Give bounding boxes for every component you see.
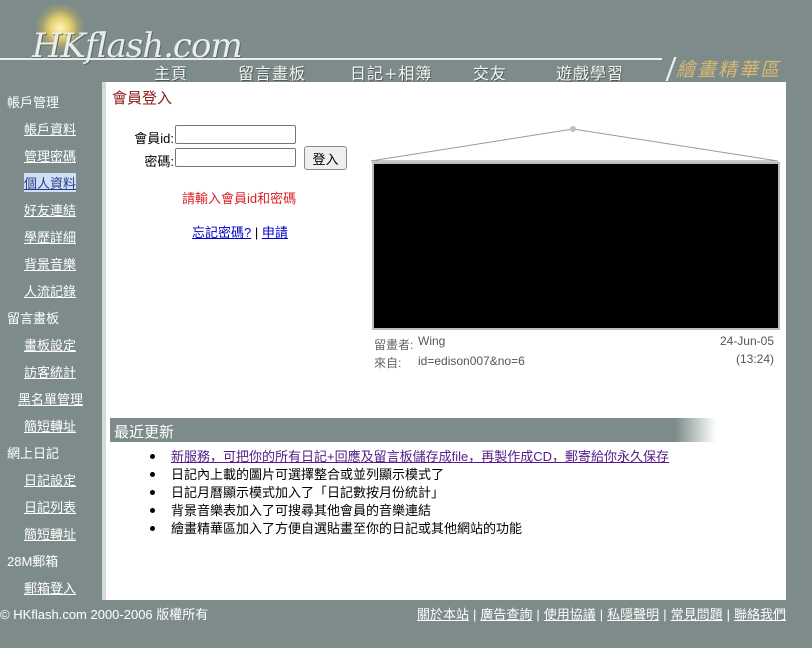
list-item: 新服務，可把你的所有日記+回應及留言板儲存成file，再製作成CD，郵寄給你永久… — [150, 448, 669, 466]
sidebar-section-board: 留言畫板 — [7, 311, 60, 326]
login-button[interactable]: 登入 — [304, 146, 347, 170]
header: HKflash.com 主頁 留言畫板 日記+相簿 交友 遊戲學習 繪畫精華區 — [0, 0, 812, 83]
member-id-input[interactable] — [175, 125, 296, 144]
link-separator: | — [254, 225, 259, 240]
sidebar-item-bg-music[interactable]: 背景音樂 — [24, 254, 76, 273]
bullet-icon — [150, 490, 155, 495]
sidebar-item-traffic-log[interactable]: 人流記錄 — [24, 281, 76, 300]
from-label: 來自: — [374, 356, 402, 370]
recent-updates-title: 最近更新 — [114, 424, 175, 441]
password-input[interactable] — [175, 148, 296, 167]
nav-home[interactable]: 主頁 — [154, 60, 188, 84]
list-item: 日記內上載的圖片可選擇整合或並列顯示模式了 — [150, 466, 669, 484]
author-label: 留畫者: — [374, 338, 414, 352]
sidebar-section-mailbox: 28M郵箱 — [7, 554, 59, 569]
recent-header-fade — [676, 418, 716, 442]
list-item: 日記月曆顯示模式加入了「日記數按月份統計」 — [150, 484, 669, 502]
recent-update-text: 繪畫精華區加入了方便自選貼畫至你的日記或其他網站的功能 — [171, 521, 523, 536]
footer-link-privacy[interactable]: 私隱聲明 — [607, 607, 659, 622]
recent-updates-list: 新服務，可把你的所有日記+回應及留言板儲存成file，再製作成CD，郵寄給你永久… — [150, 448, 669, 538]
sidebar-item-personal-info[interactable]: 個人資料 — [24, 173, 77, 192]
footer-separator: | — [536, 607, 540, 622]
main-content: 會員登入 會員id: 密碼: 登入 請輸入會員id和密碼 忘記密碼? | 申請 … — [106, 82, 786, 600]
nav-diary-album[interactable]: 日記+相簿 — [350, 60, 432, 84]
top-nav: 主頁 留言畫板 日記+相簿 交友 遊戲學習 — [140, 60, 670, 83]
nav-games-learning[interactable]: 遊戲學習 — [556, 60, 624, 84]
footer-separator: | — [472, 607, 477, 622]
bullet-icon — [150, 508, 155, 513]
footer-link-contact[interactable]: 聯絡我們 — [734, 607, 786, 622]
page-title: 會員登入 — [112, 90, 173, 107]
sidebar-item-diary-settings[interactable]: 日記設定 — [24, 470, 76, 489]
recent-update-link[interactable]: 新服務，可把你的所有日記+回應及留言板儲存成file，再製作成CD，郵寄給你永久… — [171, 449, 669, 464]
footer-link-terms[interactable]: 使用協議 — [544, 607, 596, 622]
list-item: 背景音樂表加入了可搜尋其他會員的音樂連結 — [150, 502, 669, 520]
sidebar-item-diary-short-url[interactable]: 簡短轉址 — [24, 524, 76, 543]
register-link[interactable]: 申請 — [262, 225, 288, 240]
sidebar-item-education[interactable]: 學歷詳細 — [24, 227, 76, 246]
login-warning: 請輸入會員id和密碼 — [182, 191, 297, 206]
footer-separator: | — [663, 607, 667, 622]
sidebar-item-board-short-url[interactable]: 簡短轉址 — [24, 416, 76, 435]
sidebar-section-diary: 網上日記 — [7, 446, 60, 461]
list-item: 繪畫精華區加入了方便自選貼畫至你的日記或其他網站的功能 — [150, 520, 669, 538]
footer-links: 關於本站 | 廣告查詢 | 使用協議 | 私隱聲明 | 常見問題 | 聯絡我們 — [417, 604, 786, 623]
footer: © HKflash.com 2000-2006 版權所有 關於本站 | 廣告查詢 | 使… — [0, 600, 812, 648]
board-hanger-icon — [370, 126, 779, 162]
footer-link-advertising[interactable]: 廣告查詢 — [480, 607, 532, 622]
sidebar-section-account: 帳戶管理 — [7, 95, 60, 110]
drawing-board: 留畫者: Wing 來自: id=edison007&no=6 24-Jun-0… — [370, 126, 780, 371]
post-time: (13:24) — [735, 352, 774, 366]
footer-separator: | — [726, 607, 730, 622]
footer-separator: | — [599, 607, 604, 622]
bullet-icon — [150, 526, 155, 531]
forgot-password-link[interactable]: 忘記密碼? — [192, 225, 251, 240]
recent-update-text: 日記內上載的圖片可選擇整合或並列顯示模式了 — [171, 467, 445, 482]
from-value: id=edison007&no=6 — [418, 354, 525, 368]
login-links: 忘記密碼? | 申請 — [192, 222, 288, 241]
sidebar: 帳戶管理 帳戶資料 管理密碼 個人資料 好友連結 學歷詳細 背景音樂 人流記錄 … — [0, 82, 102, 600]
footer-link-faq[interactable]: 常見問題 — [671, 607, 723, 622]
nav-friends[interactable]: 交友 — [473, 60, 507, 84]
brand-banner[interactable]: 繪畫精華區 — [662, 57, 792, 81]
recent-update-text: 背景音樂表加入了可搜尋其他會員的音樂連結 — [171, 503, 432, 518]
password-label: 密碼: — [144, 154, 174, 169]
sidebar-item-board-settings[interactable]: 畫板設定 — [24, 335, 76, 354]
recent-updates-header: 最近更新 — [110, 418, 686, 442]
member-id-label: 會員id: — [134, 131, 174, 146]
sidebar-item-mail-login[interactable]: 郵箱登入 — [24, 578, 76, 597]
sidebar-item-blacklist[interactable]: 黑名單管理 — [18, 389, 83, 408]
sidebar-item-friend-links[interactable]: 好友連結 — [24, 200, 76, 219]
recent-update-text: 日記月曆顯示模式加入了「日記數按月份統計」 — [171, 485, 445, 500]
sidebar-item-manage-password[interactable]: 管理密碼 — [24, 146, 76, 165]
bullet-icon — [150, 454, 155, 459]
sidebar-item-account-info[interactable]: 帳戶資料 — [24, 119, 76, 138]
drawing-canvas[interactable] — [372, 162, 780, 330]
bullet-icon — [150, 472, 155, 477]
copyright: © HKflash.com 2000-2006 版權所有 — [0, 607, 209, 622]
author-name: Wing — [418, 334, 446, 348]
nav-message-board[interactable]: 留言畫板 — [238, 60, 306, 84]
brand-title: 繪畫精華區 — [676, 59, 782, 81]
site-logo[interactable]: HKflash.com — [18, 4, 248, 66]
sidebar-item-diary-list[interactable]: 日記列表 — [24, 497, 76, 516]
footer-link-about[interactable]: 關於本站 — [417, 607, 469, 622]
post-date: 24-Jun-05 — [719, 334, 774, 348]
sidebar-item-visitor-stats[interactable]: 訪客統計 — [24, 362, 76, 381]
